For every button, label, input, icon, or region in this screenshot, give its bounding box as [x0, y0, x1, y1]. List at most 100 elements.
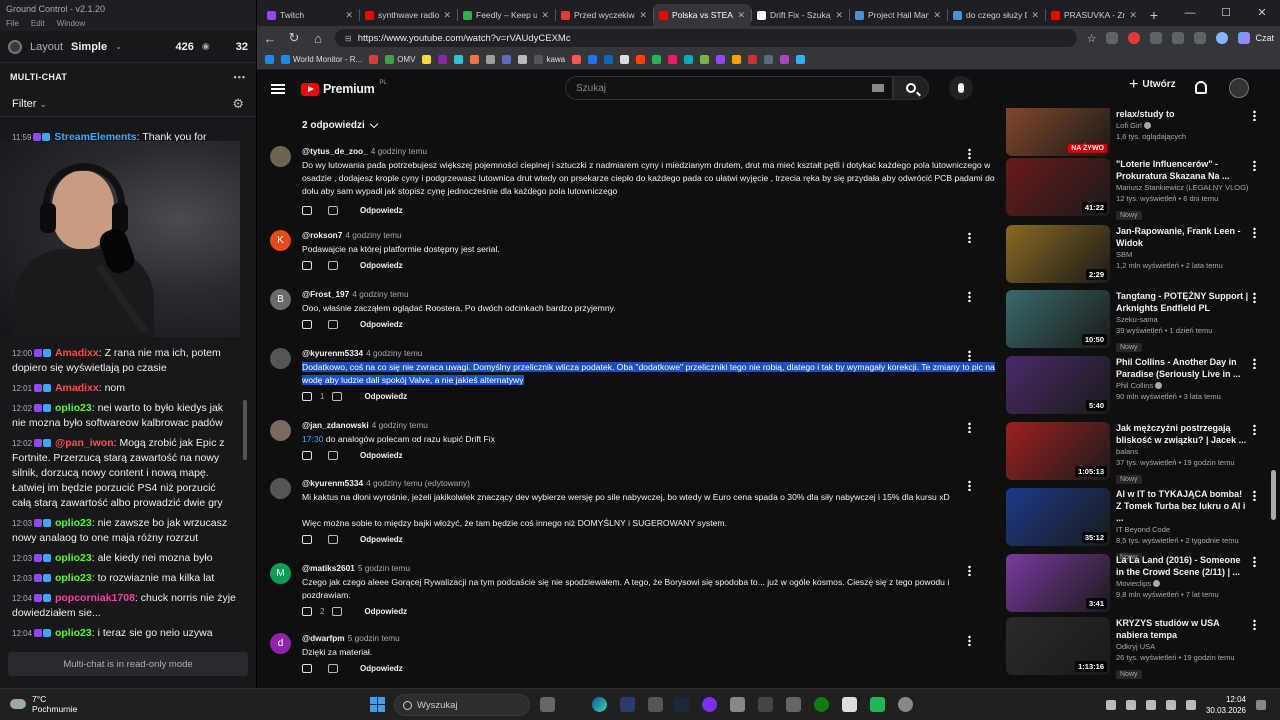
dislike-icon[interactable]: [328, 451, 338, 460]
weather-widget[interactable]: 7°C Pochmurnie: [7, 694, 77, 714]
app-icon[interactable]: [870, 697, 885, 712]
taskbar-search[interactable]: Wyszukaj: [394, 694, 530, 716]
bookmark[interactable]: [668, 55, 678, 64]
comment-avatar[interactable]: d: [270, 633, 291, 654]
comment-author[interactable]: @matiks2601 5 godzin temu: [302, 563, 410, 573]
page-scrollbar[interactable]: [1271, 470, 1276, 520]
extension-icon[interactable]: [1106, 32, 1119, 44]
like-icon[interactable]: [302, 664, 312, 673]
comment-author[interactable]: @rokson7 4 godziny temu: [302, 230, 402, 240]
app-icon[interactable]: [842, 697, 857, 712]
keyboard-icon[interactable]: [872, 84, 884, 92]
reload-icon[interactable]: ↻: [287, 30, 301, 46]
star-icon[interactable]: ☆: [1087, 32, 1097, 45]
bookmark[interactable]: [502, 55, 512, 64]
browser-tab[interactable]: synthwave radio ✕: [359, 4, 457, 26]
video-title[interactable]: Phil Collins - Another Day in Paradise (…: [1116, 356, 1250, 380]
menu-icon[interactable]: [271, 84, 285, 94]
recommended-video[interactable]: 3:41 La La Land (2016) - Someone in the C…: [1006, 554, 1268, 616]
chat-username[interactable]: oplio23: [55, 627, 92, 639]
close-tab-icon[interactable]: ✕: [639, 10, 647, 21]
comment-author[interactable]: @dwarfpm 5 godzin temu: [302, 633, 400, 643]
more-vert-icon[interactable]: [1253, 490, 1256, 501]
recommended-video[interactable]: 2:29 Jan-Rapowanie, Frank Leen - Widok SBM…: [1006, 225, 1268, 287]
browser-tab[interactable]: PRASUVKA - Zmia ✕: [1045, 4, 1143, 26]
chat-username[interactable]: popcorniak1708: [55, 592, 135, 604]
video-thumbnail[interactable]: 10:50: [1006, 290, 1110, 348]
bookmark[interactable]: [572, 55, 582, 64]
reply-button[interactable]: Odpowiedz: [360, 664, 403, 673]
more-vert-icon[interactable]: [1253, 292, 1256, 303]
video-title[interactable]: Jan-Rapowanie, Frank Leen - Widok: [1116, 225, 1250, 249]
close-window-button[interactable]: ✕: [1244, 0, 1280, 26]
channel-name[interactable]: Movieclips: [1116, 578, 1250, 589]
bookmark[interactable]: [700, 55, 710, 64]
comment-avatar[interactable]: [270, 348, 291, 369]
bookmark[interactable]: [620, 55, 630, 64]
chat-scrollbar[interactable]: [243, 400, 247, 460]
close-tab-icon[interactable]: ✕: [1129, 10, 1137, 21]
app-icon[interactable]: [702, 697, 717, 712]
bookmark[interactable]: [764, 55, 774, 64]
comment-avatar[interactable]: [270, 420, 291, 441]
comment-avatar[interactable]: [270, 146, 291, 167]
video-thumbnail[interactable]: 2:29: [1006, 225, 1110, 283]
new-tab-button[interactable]: +: [1143, 4, 1165, 26]
clock[interactable]: 12:04 30.03.2026: [1206, 694, 1246, 716]
reply-button[interactable]: Odpowiedz: [360, 320, 403, 329]
recommended-video[interactable]: 35:12 AI w IT to TYKAJĄCA bomba! Z Tomek …: [1006, 488, 1268, 562]
close-tab-icon[interactable]: ✕: [737, 10, 745, 21]
video-thumbnail[interactable]: 1:05:13: [1006, 422, 1110, 480]
browser-tab[interactable]: Feedly – Keep up w✕: [457, 4, 555, 26]
video-thumbnail[interactable]: 35:12: [1006, 488, 1110, 546]
extension-icon[interactable]: [1150, 32, 1163, 44]
dislike-icon[interactable]: [332, 607, 343, 616]
video-title[interactable]: "Loterie Influencerów" - Prokuratura Ska…: [1116, 158, 1250, 182]
dislike-icon[interactable]: [328, 320, 338, 329]
channel-name[interactable]: Lofi Girl: [1116, 120, 1250, 131]
comment-avatar[interactable]: K: [270, 230, 291, 251]
comment-author[interactable]: @tytus_de_zoo_ 4 godziny temu: [302, 146, 427, 156]
like-icon[interactable]: [302, 206, 312, 215]
browser-tab[interactable]: Polska vs STEAM ✕: [653, 4, 751, 26]
bookmark[interactable]: [454, 55, 464, 64]
close-tab-icon[interactable]: ✕: [541, 10, 549, 21]
cloud-sync-icon[interactable]: [1125, 700, 1136, 710]
bookmark[interactable]: [486, 55, 496, 64]
edge-icon[interactable]: [592, 697, 607, 712]
channel-name[interactable]: Szeku-sama: [1116, 314, 1250, 325]
bookmark[interactable]: [716, 55, 726, 64]
bookmark[interactable]: kawa: [534, 55, 565, 64]
like-icon[interactable]: [302, 535, 312, 544]
more-vert-icon[interactable]: [1253, 556, 1256, 567]
bookmark[interactable]: [470, 55, 480, 64]
voice-search-button[interactable]: [949, 76, 973, 100]
volume-icon[interactable]: [1165, 700, 1176, 710]
reply-button[interactable]: Odpowiedz: [360, 261, 403, 270]
channel-name[interactable]: balans: [1116, 446, 1250, 457]
bookmark[interactable]: [518, 55, 528, 64]
chat-username[interactable]: oplio23: [55, 572, 92, 584]
video-thumbnail[interactable]: 3:41: [1006, 554, 1110, 612]
start-button[interactable]: [370, 697, 385, 712]
chat-username[interactable]: Amadixx: [55, 382, 99, 394]
browser-tab[interactable]: Drift Fix - Szukaj w✕: [751, 4, 849, 26]
more-vert-icon[interactable]: [968, 232, 971, 243]
bookmark[interactable]: [636, 55, 646, 64]
video-title[interactable]: KRYZYS studiów w USA nabiera tempa: [1116, 617, 1250, 641]
like-icon[interactable]: [302, 261, 312, 270]
chat-username[interactable]: @pan_iwon: [55, 437, 114, 449]
chat-username[interactable]: oplio23: [55, 402, 92, 414]
bookmark[interactable]: World Monitor - R...: [281, 55, 362, 64]
chat-button[interactable]: Czat: [1238, 32, 1274, 44]
youtube-logo[interactable]: Premium PL: [301, 80, 387, 96]
reply-button[interactable]: Odpowiedz: [360, 206, 403, 215]
video-thumbnail[interactable]: 1:13:16: [1006, 617, 1110, 675]
close-tab-icon[interactable]: ✕: [1031, 10, 1039, 21]
browser-tab[interactable]: Project Hail Mary ✕: [849, 4, 947, 26]
comment-timestamp-link[interactable]: 17:30: [302, 434, 324, 444]
profile-avatar[interactable]: [1216, 32, 1229, 44]
app-icon[interactable]: [758, 697, 773, 712]
site-info-icon[interactable]: ⊟: [345, 34, 352, 43]
chat-username[interactable]: oplio23: [55, 517, 92, 529]
